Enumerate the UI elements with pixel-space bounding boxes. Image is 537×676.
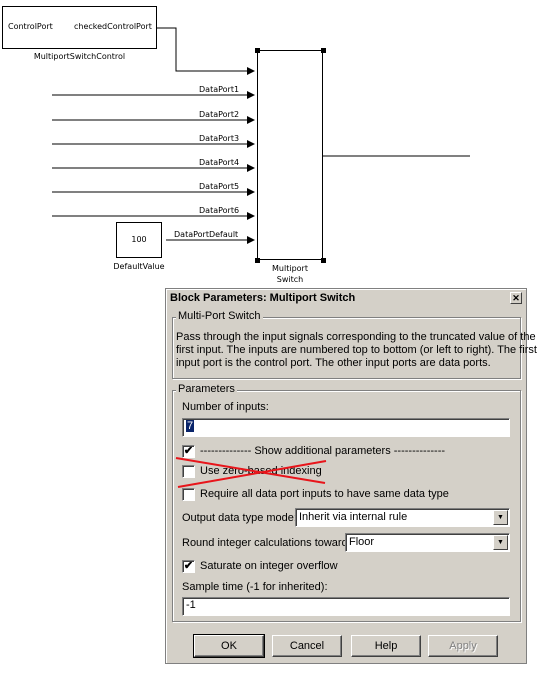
dataport6-label: DataPort6: [199, 206, 240, 215]
control-signal-line: [155, 27, 255, 75]
switch-block-name-line2: Switch: [276, 275, 304, 284]
zero-based-label: Use zero-based indexing: [200, 465, 322, 477]
ok-button[interactable]: OK: [193, 634, 265, 658]
num-inputs-value: 7: [186, 420, 195, 432]
sample-time-label: Sample time (-1 for inherited):: [182, 581, 328, 593]
show-additional-label: -------------- Show additional parameter…: [200, 445, 446, 457]
dialog-title: Block Parameters: Multiport Switch: [170, 292, 356, 304]
dataport5-label: DataPort5: [199, 182, 240, 191]
round-dropdown[interactable]: Floor ▼: [345, 533, 510, 552]
dialog-titlebar[interactable]: Block Parameters: Multiport Switch ✕: [168, 291, 524, 306]
block-parameters-dialog: Block Parameters: Multiport Switch ✕ Mul…: [165, 288, 537, 664]
selection-handle[interactable]: [321, 258, 326, 263]
chevron-down-icon[interactable]: ▼: [493, 510, 508, 525]
selection-handle[interactable]: [255, 48, 260, 53]
same-type-checkbox[interactable]: [182, 488, 195, 501]
zero-based-checkbox[interactable]: [182, 465, 195, 478]
dataport-default-label: DataPortDefault: [174, 230, 239, 239]
default-value-constant: 100: [131, 235, 147, 244]
dataport1-label: DataPort1: [199, 85, 240, 94]
num-inputs-label: Number of inputs:: [182, 401, 269, 413]
description-text-line3: input port is the control port. The othe…: [176, 357, 491, 369]
multiport-switch-block[interactable]: [257, 50, 323, 260]
selection-handle[interactable]: [321, 48, 326, 53]
checked-control-port-label: checkedControlPort: [74, 22, 152, 31]
control-block-name: MultiportSwitchControl: [33, 52, 126, 61]
switch-block-name-line1: Multiport: [272, 264, 308, 273]
sample-time-field[interactable]: -1: [182, 597, 510, 616]
sample-time-value: -1: [186, 599, 196, 611]
round-label: Round integer calculations toward:: [182, 537, 351, 549]
apply-button[interactable]: Apply: [428, 635, 498, 657]
default-value-block-name: DefaultValue: [113, 262, 165, 271]
cancel-button[interactable]: Cancel: [272, 635, 342, 657]
output-mode-label: Output data type mode:: [182, 512, 297, 524]
saturate-checkbox[interactable]: ✔: [182, 560, 195, 573]
same-type-label: Require all data port inputs to have sam…: [200, 488, 449, 500]
description-text-line1: Pass through the input signals correspon…: [176, 331, 536, 343]
output-mode-dropdown[interactable]: Inherit via internal rule ▼: [295, 508, 510, 527]
selection-handle[interactable]: [255, 258, 260, 263]
control-port-label: ControlPort: [8, 22, 53, 31]
close-icon[interactable]: ✕: [510, 292, 522, 304]
output-mode-value: Inherit via internal rule: [299, 511, 408, 523]
dataport3-label: DataPort3: [199, 134, 240, 143]
simulink-diagram: ControlPort checkedControlPort Multiport…: [0, 0, 537, 290]
saturate-label: Saturate on integer overflow: [200, 560, 338, 572]
show-additional-checkbox[interactable]: ✔: [182, 445, 195, 458]
chevron-down-icon[interactable]: ▼: [493, 535, 508, 550]
dataport4-label: DataPort4: [199, 158, 240, 167]
description-group-legend: Multi-Port Switch: [176, 310, 263, 323]
num-inputs-field[interactable]: 7: [182, 418, 510, 437]
parameters-group-legend: Parameters: [176, 383, 237, 396]
round-value: Floor: [349, 536, 375, 548]
description-text-line2: first input. The inputs are numbered top…: [176, 344, 537, 356]
help-button[interactable]: Help: [351, 635, 421, 657]
dataport2-label: DataPort2: [199, 110, 240, 119]
